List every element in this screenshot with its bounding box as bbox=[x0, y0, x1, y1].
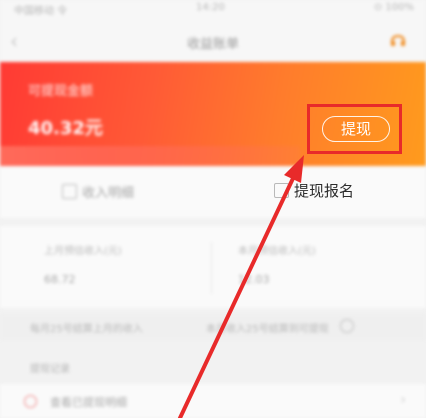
this-month-value: 12.03 bbox=[238, 273, 270, 286]
stats-divider bbox=[211, 242, 212, 294]
section-title: 提现记录 bbox=[30, 364, 70, 375]
clock-text: 14:20 bbox=[196, 2, 225, 13]
tab-income-details[interactable]: 收入明细 bbox=[62, 182, 134, 201]
document-icon bbox=[274, 183, 289, 198]
this-month-label: 本月预估收入(元) bbox=[238, 246, 316, 257]
last-month-stat: 上月预估收入(元) 68.72 bbox=[44, 242, 122, 286]
chevron-right-icon: › bbox=[400, 392, 406, 408]
balance-label: 可提现金额 bbox=[28, 84, 94, 99]
last-month-value: 68.72 bbox=[44, 273, 76, 286]
customer-service-icon[interactable] bbox=[390, 34, 406, 48]
balance-amount: 40.32元 bbox=[28, 118, 103, 139]
withdraw-button[interactable]: 提现 bbox=[322, 116, 390, 142]
battery-text: ⊙ 100% bbox=[373, 2, 414, 13]
tabs-row: 收入明细 bbox=[0, 166, 426, 218]
settlement-notice: 每月25号结算上月的收入 bbox=[30, 324, 143, 335]
carrier-text: 中国移动 令 bbox=[14, 6, 68, 17]
page-title: 收益账单 bbox=[186, 37, 239, 52]
help-icon[interactable] bbox=[340, 319, 354, 333]
list-item-label: 查看已提现明细 bbox=[50, 396, 127, 409]
banner-fade bbox=[0, 146, 300, 166]
notice-row: 每月25号结算上月的收入 本月收入25号结算到可提现 bbox=[0, 314, 426, 340]
stats-panel: 上月预估收入(元) 68.72 本月预估收入(元) 12.03 bbox=[0, 226, 426, 308]
navigation-bar: ‹ 收益账单 bbox=[0, 22, 426, 62]
withdrawable-notice: 本月收入25号结算到可提现 bbox=[206, 324, 329, 335]
tab-income-label: 收入明细 bbox=[82, 186, 135, 201]
last-month-label: 上月预估收入(元) bbox=[44, 246, 122, 257]
record-icon bbox=[24, 395, 37, 408]
list-item[interactable]: 查看已提现明细 › bbox=[0, 384, 426, 418]
this-month-stat: 本月预估收入(元) 12.03 bbox=[238, 242, 316, 286]
tab-withdraw-label: 提现报名 bbox=[294, 182, 355, 200]
status-bar: 中国移动 令 14:20 ⊙ 100% bbox=[0, 0, 426, 22]
tab-withdraw-report[interactable]: 提现报名 bbox=[274, 180, 354, 201]
list-icon bbox=[62, 184, 77, 199]
